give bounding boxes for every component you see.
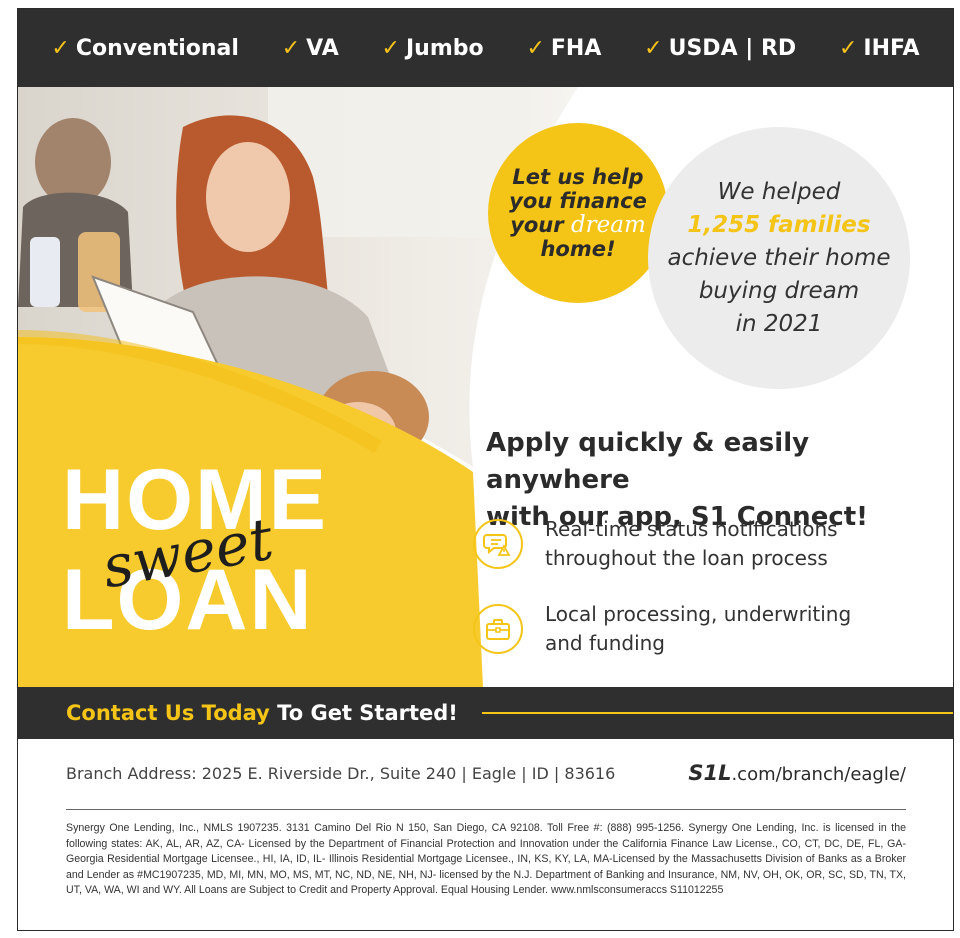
home-sweet-loan-title: HOME LOAN sweet: [62, 457, 382, 647]
branch-address: Branch Address: 2025 E. Riverside Dr., S…: [66, 763, 616, 783]
loan-type-fha: ✓ FHA: [526, 35, 602, 61]
feature-local-processing: Local processing, underwriting and fundi…: [473, 600, 923, 658]
loan-type-conventional: ✓ Conventional: [51, 35, 239, 61]
chat-alert-icon: [473, 519, 523, 569]
checkmark-icon: ✓: [381, 35, 400, 61]
checkmark-icon: ✓: [838, 35, 858, 61]
feature-status-notifications: Real-time status notifications throughou…: [473, 515, 923, 573]
divider-rule: [66, 809, 906, 810]
loan-type-usda: ✓ USDA | RD: [644, 35, 797, 61]
loan-type-ihfa: ✓ IHFA: [838, 35, 920, 61]
contact-bar: Contact Us Today To Get Started!: [18, 687, 953, 739]
divider-line: [481, 712, 953, 714]
families-helped-circle: We helped 1,255 families achieve their h…: [648, 127, 910, 389]
checkmark-icon: ✓: [281, 35, 301, 61]
loan-type-va: ✓ VA: [281, 35, 339, 61]
finance-dream-circle: Let us help you finance your dream home!: [488, 123, 668, 303]
checkmark-icon: ✓: [526, 35, 545, 61]
checkmark-icon: ✓: [644, 35, 663, 61]
address-row: Branch Address: 2025 E. Riverside Dr., S…: [66, 761, 906, 785]
contact-rest: To Get Started!: [269, 701, 458, 725]
loan-type-jumbo: ✓ Jumbo: [381, 35, 484, 61]
branch-url[interactable]: S1L.com/branch/eagle/: [688, 761, 906, 785]
advertisement-frame: ✓ Conventional ✓ VA ✓ Jumbo ✓ FHA ✓ USDA | RD…: [17, 8, 954, 931]
hero-section: Let us help you finance your dream home!…: [18, 87, 953, 687]
legal-disclaimer: Synergy One Lending, Inc., NMLS 1907235.…: [66, 822, 906, 896]
s1l-logo: S1L: [688, 761, 732, 785]
briefcase-icon: [473, 604, 523, 654]
contact-highlight: Contact Us Today: [66, 701, 270, 725]
loan-types-bar: ✓ Conventional ✓ VA ✓ Jumbo ✓ FHA ✓ USDA | RD…: [18, 9, 953, 87]
checkmark-icon: ✓: [51, 35, 70, 61]
